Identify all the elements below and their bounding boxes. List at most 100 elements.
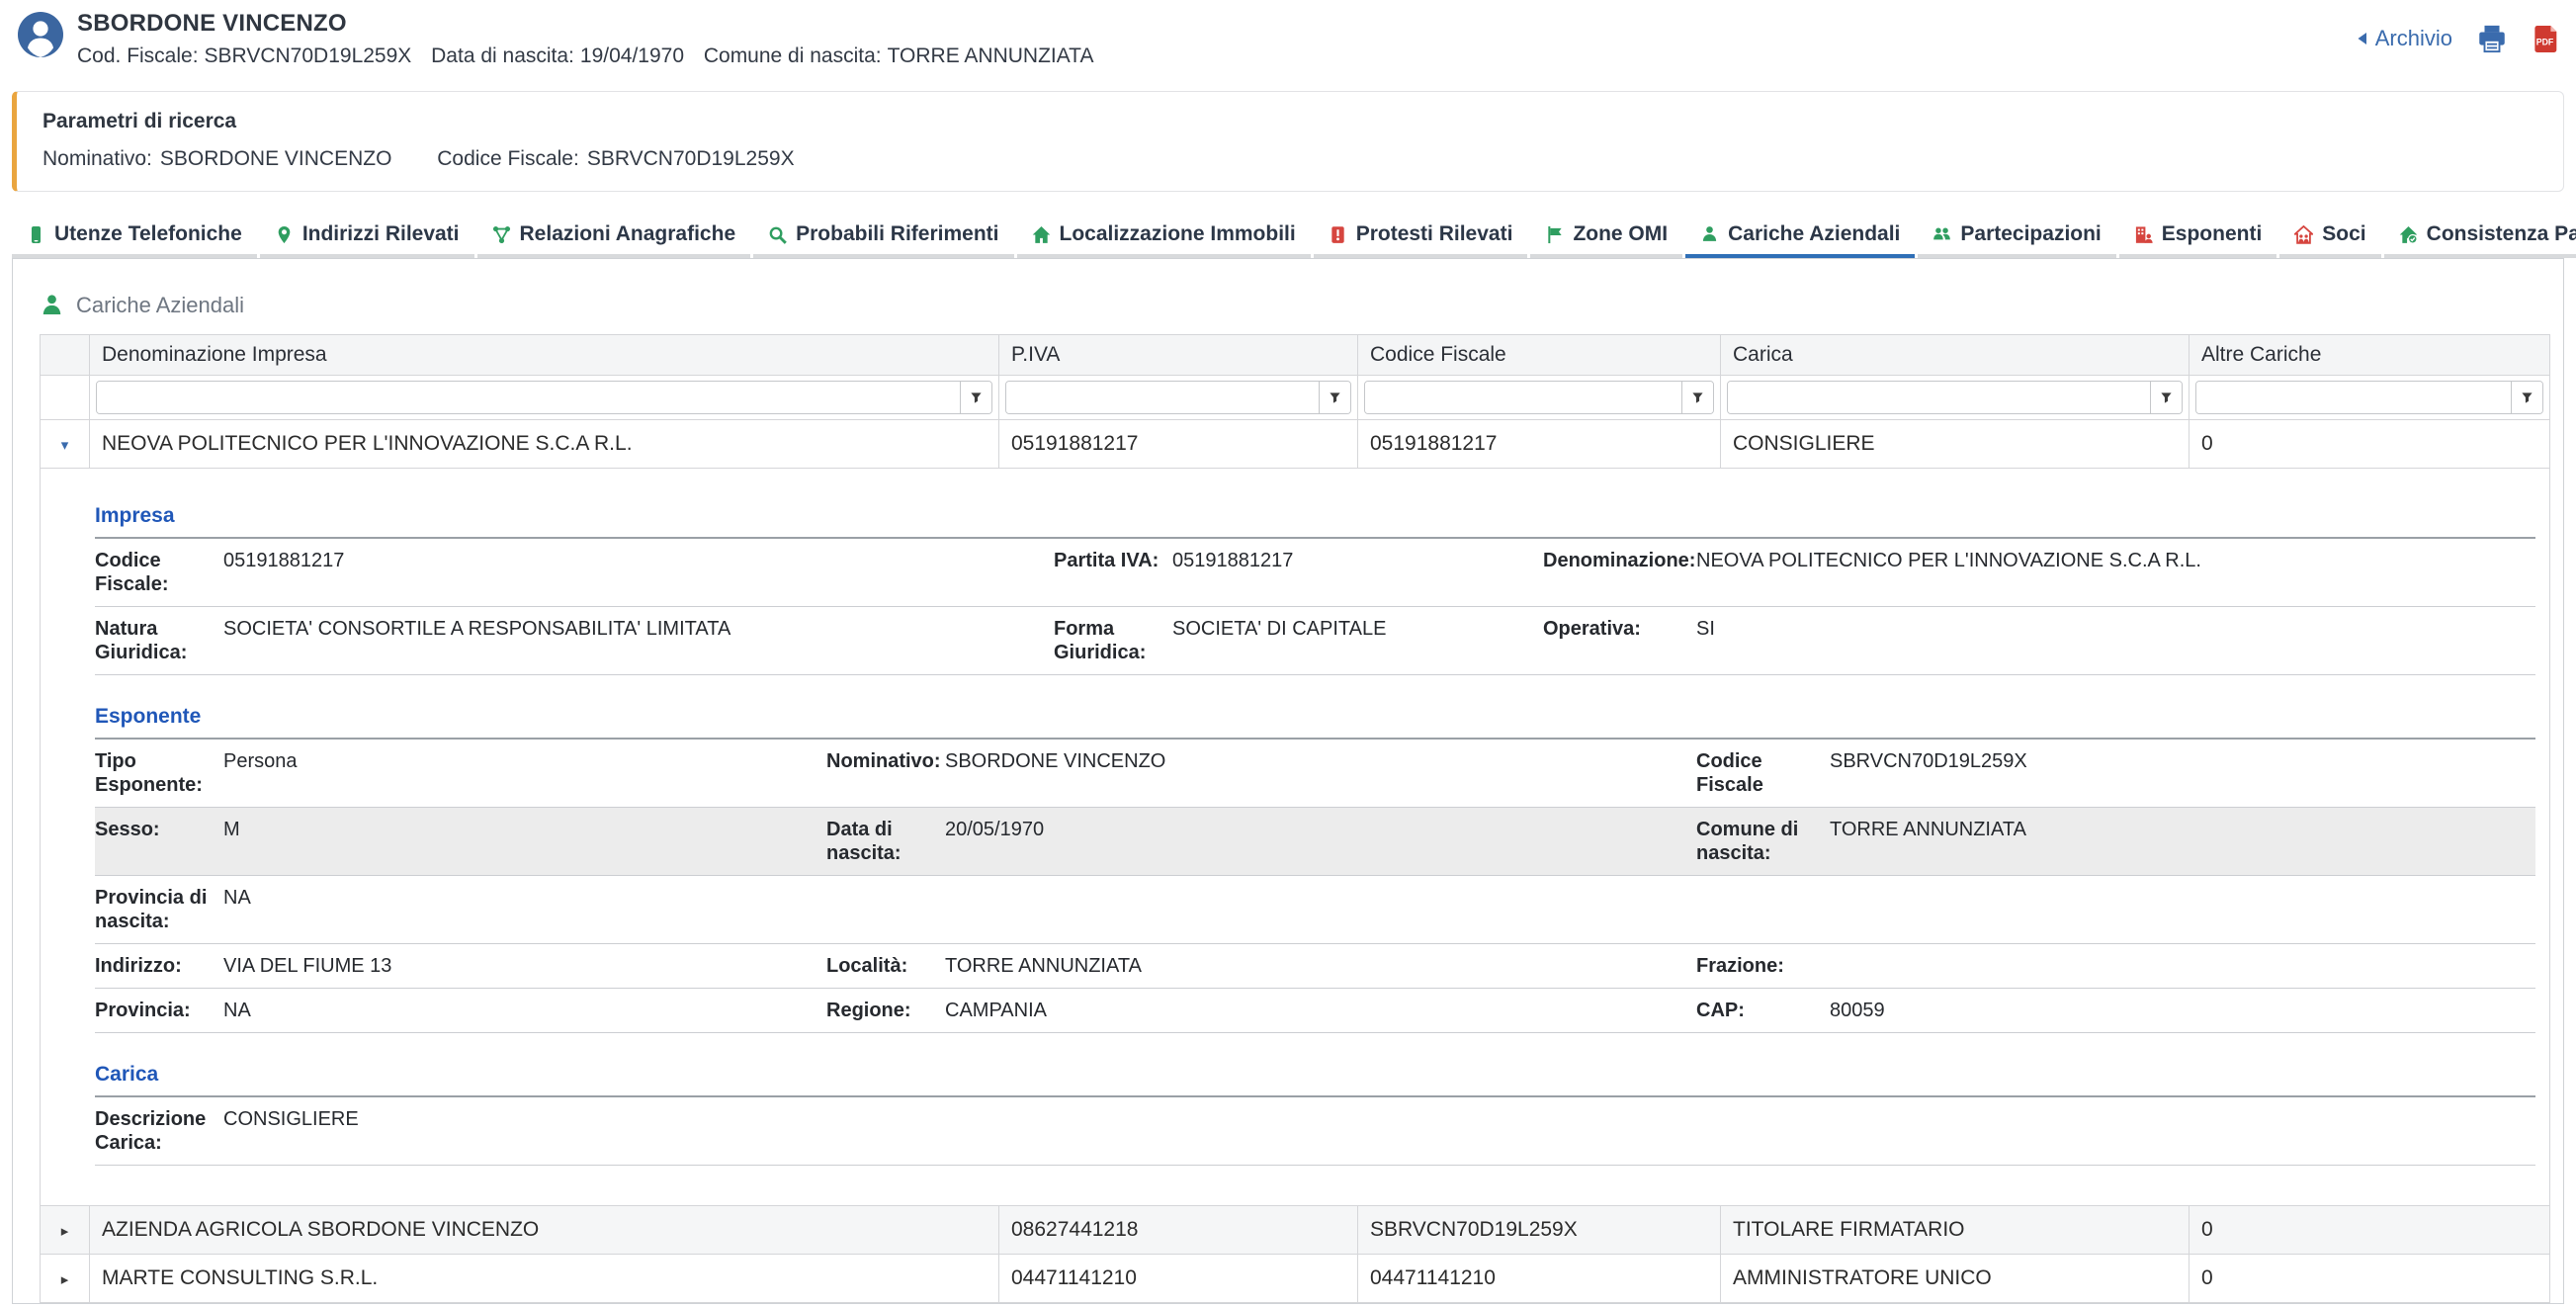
expand-toggle[interactable]: ▸: [41, 1255, 90, 1303]
detail-row-esponente-3: Provincia di nascita:NA: [95, 876, 2535, 944]
result-tabs: Utenze Telefoniche Indirizzi Rilevati Re…: [12, 214, 2564, 258]
expand-toggle[interactable]: ▸: [41, 1206, 90, 1255]
filter-row: [41, 376, 2550, 420]
tab-esponenti[interactable]: Esponenti: [2119, 214, 2277, 258]
col-altre-cariche[interactable]: Altre Cariche: [2190, 335, 2550, 376]
detail-section-esponente: Esponente Tipo Esponente:Persona Nominat…: [95, 699, 2535, 1033]
print-button[interactable]: [2476, 24, 2508, 53]
detail-row-impresa-2: Natura Giuridica:SOCIETA' CONSORTILE A R…: [95, 607, 2535, 675]
tab-consistenza-patrimonio-immobiliare[interactable]: Consistenza Patrimonio Immobiliare: [2384, 214, 2576, 258]
detail-row-carica-1: Descrizione Carica:CONSIGLIERE: [95, 1097, 2535, 1166]
cell-piva: 08627441218: [999, 1206, 1358, 1255]
cell-carica: TITOLARE FIRMATARIO: [1721, 1206, 2190, 1255]
cell-piva: 04471141210: [999, 1255, 1358, 1303]
filter-input-carica[interactable]: [1728, 382, 2150, 413]
building-person-icon: [2134, 225, 2153, 244]
nominativo-value: SBORDONE VINCENZO: [160, 147, 392, 170]
search-parameters-title: Parametri di ricerca: [43, 110, 2537, 133]
search-icon: [768, 225, 787, 244]
detail-row-impresa-1: Codice Fiscale:05191881217 Partita IVA:0…: [95, 539, 2535, 607]
tab-relazioni-anagrafiche[interactable]: Relazioni Anagrafiche: [477, 214, 751, 258]
network-icon: [492, 225, 511, 244]
cariche-table: Denominazione Impresa P.IVA Codice Fisca…: [40, 334, 2550, 1303]
col-carica[interactable]: Carica: [1721, 335, 2190, 376]
filter-input-altre-cariche[interactable]: [2196, 382, 2511, 413]
search-parameters-box: Parametri di ricerca Nominativo: SBORDONE…: [12, 91, 2564, 192]
businessman-icon: [1700, 225, 1719, 244]
filter-funnel-button[interactable]: [1319, 382, 1350, 413]
cariche-aziendali-panel: Cariche Aziendali Denominazione Impresa …: [12, 258, 2564, 1304]
alert-card-icon: [1329, 225, 1347, 244]
detail-row-esponente-1: Tipo Esponente:Persona Nominativo:SBORDO…: [95, 740, 2535, 808]
house-check-icon: [2399, 225, 2418, 244]
filter-funnel-button[interactable]: [2511, 382, 2542, 413]
page-title: SBORDONE VINCENZO: [77, 10, 2356, 38]
filter-expand-spacer: [41, 376, 90, 420]
tab-probabili-riferimenti[interactable]: Probabili Riferimenti: [753, 214, 1013, 258]
pdf-export-button[interactable]: PDF: [2532, 26, 2558, 52]
filter-input-codice-fiscale[interactable]: [1365, 382, 1681, 413]
detail-row-esponente-2: Sesso:M Data di nascita:20/05/1970 Comun…: [95, 808, 2535, 876]
filter-funnel-button[interactable]: [2150, 382, 2182, 413]
cell-denominazione: NEOVA POLITECNICO PER L'INNOVAZIONE S.C.…: [90, 420, 999, 469]
nominativo-label: Nominativo:: [43, 147, 152, 170]
filter-input-denominazione[interactable]: [97, 382, 960, 413]
cod-fiscale-value: SBRVCN70D19L259X: [205, 44, 412, 67]
col-codice-fiscale[interactable]: Codice Fiscale: [1358, 335, 1721, 376]
archive-back-link[interactable]: Archivio: [2356, 26, 2452, 51]
codice-fiscale-value: SBRVCN70D19L259X: [587, 147, 795, 170]
tab-indirizzi-rilevati[interactable]: Indirizzi Rilevati: [260, 214, 474, 258]
col-piva[interactable]: P.IVA: [999, 335, 1358, 376]
comune-nascita-label: Comune di nascita:: [704, 44, 882, 67]
expand-open-icon: ▾: [61, 436, 69, 454]
expand-closed-icon: ▸: [61, 1270, 69, 1288]
house-people-icon: [2294, 225, 2313, 244]
people-group-icon: [1932, 225, 1951, 244]
table-row[interactable]: ▸ AZIENDA AGRICOLA SBORDONE VINCENZO 086…: [41, 1206, 2550, 1255]
filter-funnel-button[interactable]: [1681, 382, 1713, 413]
tab-zone-omi[interactable]: Zone OMI: [1530, 214, 1682, 258]
table-row[interactable]: ▾ NEOVA POLITECNICO PER L'INNOVAZIONE S.…: [41, 420, 2550, 469]
detail-row: Impresa Codice Fiscale:05191881217 Parti…: [41, 469, 2550, 1206]
filter-input-piva[interactable]: [1006, 382, 1319, 413]
expand-closed-icon: ▸: [61, 1222, 69, 1240]
cell-codice-fiscale: 04471141210: [1358, 1255, 1721, 1303]
phone-icon: [27, 225, 45, 244]
cell-altre-cariche: 0: [2190, 1255, 2550, 1303]
esponente-heading: Esponente: [95, 699, 2535, 740]
cell-codice-fiscale: SBRVCN70D19L259X: [1358, 1206, 1721, 1255]
expand-toggle[interactable]: ▾: [41, 420, 90, 469]
codice-fiscale-label: Codice Fiscale:: [437, 147, 579, 170]
data-nascita-label: Data di nascita:: [431, 44, 574, 67]
flag-icon: [1545, 225, 1564, 244]
table-header-row: Denominazione Impresa P.IVA Codice Fisca…: [41, 335, 2550, 376]
back-arrow-icon: [2356, 32, 2368, 45]
filter-funnel-button[interactable]: [960, 382, 991, 413]
cell-altre-cariche: 0: [2190, 420, 2550, 469]
svg-text:PDF: PDF: [2536, 37, 2554, 46]
funnel-icon: [1329, 392, 1341, 404]
detail-row-esponente-4: Indirizzo:VIA DEL FIUME 13 Località:TORR…: [95, 944, 2535, 989]
detail-section-carica: Carica Descrizione Carica:CONSIGLIERE: [95, 1057, 2535, 1166]
comune-nascita-value: TORRE ANNUNZIATA: [888, 44, 1094, 67]
cell-carica: CONSIGLIERE: [1721, 420, 2190, 469]
tab-partecipazioni[interactable]: Partecipazioni: [1918, 214, 2115, 258]
cell-denominazione: MARTE CONSULTING S.R.L.: [90, 1255, 999, 1303]
cell-carica: AMMINISTRATORE UNICO: [1721, 1255, 2190, 1303]
tab-utenze-telefoniche[interactable]: Utenze Telefoniche: [12, 214, 257, 258]
tab-soci[interactable]: Soci: [2279, 214, 2380, 258]
archive-label: Archivio: [2375, 26, 2452, 51]
tab-localizzazione-immobili[interactable]: Localizzazione Immobili: [1017, 214, 1311, 258]
cell-codice-fiscale: 05191881217: [1358, 420, 1721, 469]
funnel-icon: [2521, 392, 2533, 404]
cod-fiscale-label: Cod. Fiscale:: [77, 44, 199, 67]
col-denominazione-impresa[interactable]: Denominazione Impresa: [90, 335, 999, 376]
tab-protesti-rilevati[interactable]: Protesti Rilevati: [1314, 214, 1528, 258]
expand-column-header: [41, 335, 90, 376]
data-nascita-value: 19/04/1970: [580, 44, 684, 67]
funnel-icon: [2160, 392, 2173, 404]
cell-altre-cariche: 0: [2190, 1206, 2550, 1255]
section-title: Cariche Aziendali: [76, 293, 244, 318]
table-row[interactable]: ▸ MARTE CONSULTING S.R.L. 04471141210 04…: [41, 1255, 2550, 1303]
tab-cariche-aziendali[interactable]: Cariche Aziendali: [1685, 214, 1915, 258]
